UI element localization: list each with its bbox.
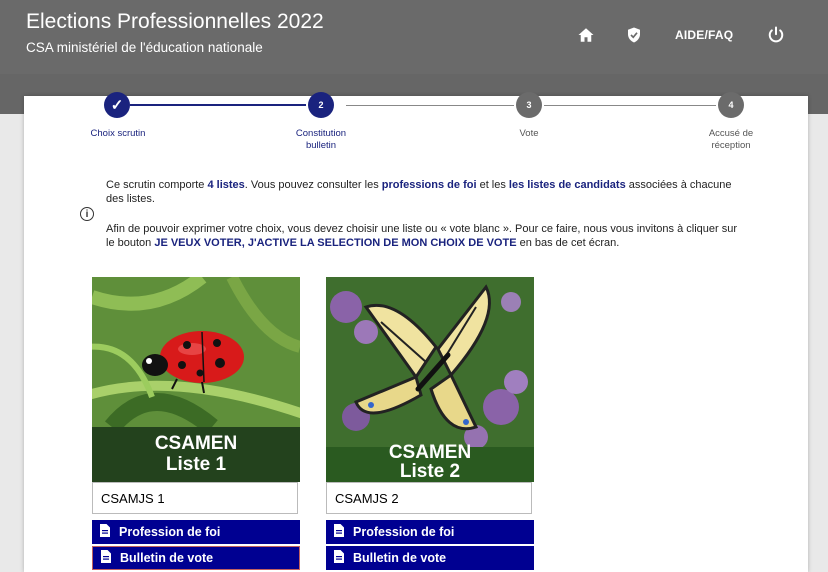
list-card-2[interactable]: CSAMEN Liste 2 CSAMJS 2 Profession de fo… bbox=[326, 277, 534, 572]
list-2-image-title: CSAMEN bbox=[388, 442, 472, 463]
step-1-label: Choix scrutin bbox=[90, 128, 146, 139]
list-1-image-subtitle: Liste 1 bbox=[165, 454, 227, 475]
list-2-bulletin-de-vote-button[interactable]: Bulletin de vote bbox=[326, 546, 534, 570]
step-3-label: Vote bbox=[519, 128, 539, 139]
app-subtitle: CSA ministériel de l'éducation nationale bbox=[26, 40, 263, 55]
profession-de-foi-label: Profession de foi bbox=[353, 525, 455, 539]
list-2-image-subtitle: Liste 2 bbox=[399, 461, 461, 482]
step-4-circle: 4 bbox=[718, 92, 744, 118]
document-icon bbox=[101, 550, 111, 566]
stepper-line-3 bbox=[544, 105, 716, 106]
stepper-line-1 bbox=[130, 104, 306, 106]
document-icon bbox=[334, 524, 344, 540]
step-3-circle: 3 bbox=[516, 92, 542, 118]
aide-faq-link[interactable]: AIDE/FAQ bbox=[675, 28, 733, 42]
info-paragraph-1: Ce scrutin comporte 4 listes. Vous pouve… bbox=[106, 179, 732, 205]
stepper-line-2 bbox=[346, 105, 514, 106]
shield-check-icon[interactable] bbox=[621, 22, 647, 48]
document-icon bbox=[334, 550, 344, 566]
info-icon: i bbox=[80, 207, 94, 221]
list-1-image: CSAMEN Liste 1 bbox=[92, 277, 300, 482]
document-icon bbox=[100, 524, 110, 540]
app-title: Elections Professionnelles 2022 bbox=[26, 10, 324, 33]
list-1-name: CSAMJS 1 bbox=[92, 482, 298, 514]
list-1-profession-de-foi-button[interactable]: Profession de foi bbox=[92, 520, 300, 544]
step-4-label: Accusé de réception bbox=[708, 128, 754, 151]
list-2-profession-de-foi-button[interactable]: Profession de foi bbox=[326, 520, 534, 544]
home-icon[interactable] bbox=[573, 22, 599, 48]
bulletin-de-vote-label: Bulletin de vote bbox=[353, 551, 447, 565]
bulletin-de-vote-label: Bulletin de vote bbox=[120, 551, 214, 565]
header-bar: Elections Professionnelles 2022 CSA mini… bbox=[0, 0, 828, 74]
profession-de-foi-label: Profession de foi bbox=[119, 525, 221, 539]
step-2-circle: 2 bbox=[308, 92, 334, 118]
info-paragraph-2: Afin de pouvoir exprimer votre choix, vo… bbox=[106, 223, 737, 249]
list-2-image: CSAMEN Liste 2 bbox=[326, 277, 534, 482]
list-1-image-title: CSAMEN bbox=[154, 433, 238, 454]
list-1-bulletin-de-vote-button[interactable]: Bulletin de vote bbox=[92, 546, 300, 570]
list-2-name: CSAMJS 2 bbox=[326, 482, 532, 514]
step-2-label: Constitution bulletin bbox=[295, 128, 347, 151]
butterfly-illustration bbox=[326, 277, 534, 449]
ladybug-illustration bbox=[92, 277, 300, 435]
step-1-check-icon: ✓ bbox=[104, 92, 130, 118]
power-icon[interactable] bbox=[763, 22, 789, 48]
list-card-1[interactable]: CSAMEN Liste 1 CSAMJS 1 Profession de fo… bbox=[92, 277, 300, 572]
